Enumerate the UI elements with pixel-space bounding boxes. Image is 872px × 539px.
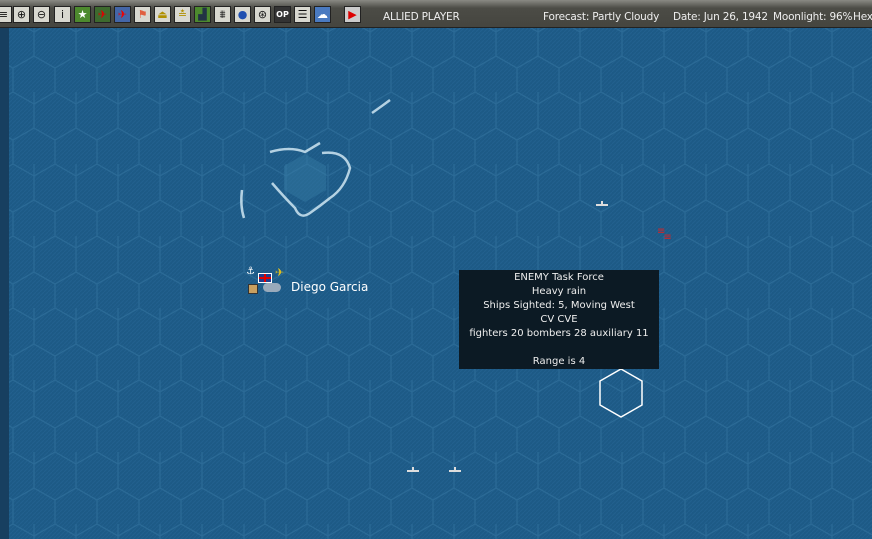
sub-icon[interactable]: ≛ <box>174 6 191 23</box>
group-icon[interactable]: ⊕ <box>13 6 30 23</box>
op-icon[interactable]: OP <box>274 6 291 23</box>
tooltip-line: Heavy rain <box>531 286 587 297</box>
ship-marker[interactable] <box>449 467 461 472</box>
info-icon[interactable]: i <box>54 6 71 23</box>
hex-label: Hex <box>853 11 872 23</box>
air-red-icon[interactable]: ✈ <box>94 6 111 23</box>
toolbar: ≡ ⊕ ⊖ i ★ ✈ ✈ ⚑ ⏏ ≛ ▟ ⩩ ● ⊛ OP ☰ ☁ ▶ ALL… <box>0 0 872 28</box>
tooltip-line <box>459 341 659 355</box>
globe-icon[interactable]: ● <box>234 6 251 23</box>
tooltip-line: ENEMY Task Force <box>514 272 604 283</box>
moonlight-label: Moonlight: 96% <box>773 11 853 23</box>
player-label: ALLIED PLAYER <box>383 11 460 23</box>
port-ship-icon <box>263 283 281 292</box>
base-name: Diego Garcia <box>291 280 369 294</box>
ship-marker[interactable] <box>596 201 608 206</box>
tooltip-line: Ships Sighted: 5, Moving West <box>483 300 635 311</box>
weather-icon[interactable]: ☁ <box>314 6 331 23</box>
flag-icon[interactable]: ⚑ <box>134 6 151 23</box>
base-icon[interactable]: ⩩ <box>214 6 231 23</box>
task-force-tooltip: ENEMY Task Force Heavy rain Ships Sighte… <box>459 270 659 369</box>
uk-flag-icon <box>258 273 272 283</box>
enemy-task-force-icon[interactable]: ≡ ≡ <box>657 227 672 243</box>
air-blue-icon[interactable]: ✈ <box>114 6 131 23</box>
ship-marker[interactable] <box>407 467 419 472</box>
target-icon[interactable]: ⊛ <box>254 6 271 23</box>
tooltip-line: CV CVE <box>540 314 578 325</box>
forecast-label: Forecast: Partly Cloudy <box>543 11 660 23</box>
play-turn-icon[interactable]: ▶ <box>344 6 361 23</box>
hex-map[interactable] <box>0 28 872 539</box>
list-icon[interactable]: ≡ <box>0 6 12 23</box>
ship-group-icon[interactable]: ⊖ <box>33 6 50 23</box>
anchor-icon: ⚓ <box>246 266 255 277</box>
tooltip-line: fighters 20 bombers 28 auxiliary 11 <box>469 328 649 339</box>
report-icon[interactable]: ☰ <box>294 6 311 23</box>
industry-icon[interactable]: ▟ <box>194 6 211 23</box>
supply-icon <box>248 284 258 294</box>
date-label: Date: Jun 26, 1942 <box>673 11 768 23</box>
ship-yellow-icon[interactable]: ⏏ <box>154 6 171 23</box>
tooltip-line: Range is 4 <box>532 356 586 367</box>
map-edge <box>0 28 9 539</box>
aircraft-icon: ✈ <box>275 266 285 279</box>
star-icon[interactable]: ★ <box>74 6 91 23</box>
